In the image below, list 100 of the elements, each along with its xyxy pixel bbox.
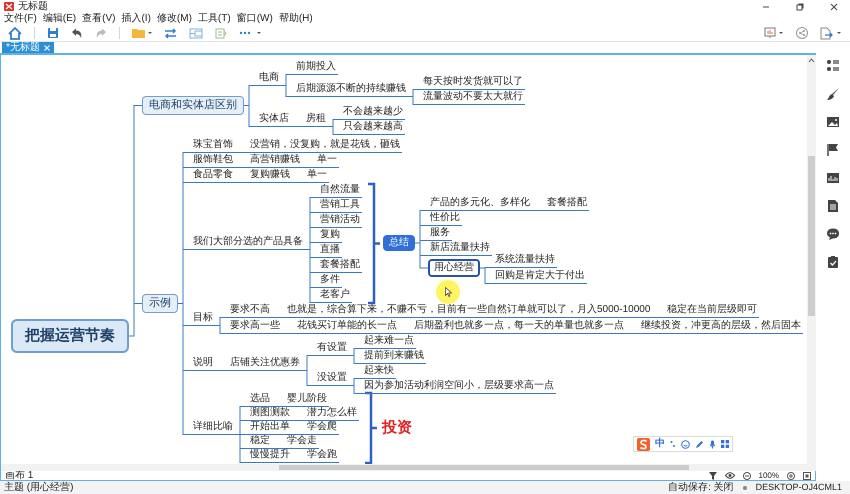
- subtopic[interactable]: 每天按时发货就可以了: [421, 76, 525, 90]
- subtopic[interactable]: 单一: [315, 154, 339, 168]
- menu-item[interactable]: 工具(T): [198, 14, 231, 24]
- zoom-in-icon[interactable]: [787, 472, 795, 480]
- subtopic[interactable]: 回购是肯定大于付出: [493, 270, 587, 284]
- subtopic[interactable]: 也就是，综合算下来，不赚不亏，目前有一些自然订单就可以了，月入5000-10000: [285, 304, 652, 318]
- subtopic[interactable]: 房租: [304, 113, 328, 127]
- zoom-out-icon[interactable]: [742, 472, 751, 480]
- subtopic[interactable]: 潜力怎么样: [305, 407, 359, 421]
- microphone-icon[interactable]: [709, 440, 716, 448]
- subtopic[interactable]: 继续投资，冲更高的层级，然后固本: [639, 320, 803, 334]
- subtopic[interactable]: 高营销赚钱: [248, 154, 302, 168]
- vertical-scrollbar[interactable]: [807, 55, 816, 464]
- subtopic[interactable]: 提前到来赚钱: [362, 350, 426, 364]
- subtopic[interactable]: 因为参加活动利润空间小，层级要求高一点: [362, 380, 556, 394]
- subtopic[interactable]: 实体店: [257, 113, 291, 127]
- main-topic[interactable]: 示例: [142, 294, 178, 313]
- menu-item[interactable]: 窗口(W): [236, 14, 273, 24]
- ime-toolbar[interactable]: 中: [633, 436, 733, 452]
- central-topic[interactable]: 把握运营节奏: [11, 319, 129, 353]
- subtopic[interactable]: 测图测款: [248, 407, 292, 421]
- subtopic[interactable]: 套餐搭配: [545, 197, 589, 211]
- subtopic[interactable]: 后期盈利也就多一点，每一天的单量也就多一点: [412, 320, 626, 334]
- eye-icon[interactable]: [724, 472, 735, 479]
- mindmap-canvas[interactable]: [0, 53, 816, 464]
- menu-item[interactable]: 帮助(H): [278, 14, 313, 24]
- subtopic[interactable]: 直播: [318, 244, 342, 258]
- pen-icon[interactable]: [695, 440, 704, 448]
- subtopic[interactable]: 学会跑: [305, 449, 339, 463]
- subtopic[interactable]: 产品的多元化、多样化: [428, 197, 532, 211]
- subtopic[interactable]: 详细比喻: [191, 421, 235, 435]
- outline-list-icon[interactable]: [826, 59, 840, 73]
- document-tab[interactable]: *无标题: [2, 42, 54, 53]
- subtopic[interactable]: 性价比: [428, 212, 462, 226]
- subtopic[interactable]: 系统流量扶持: [493, 254, 557, 268]
- subtopic[interactable]: 新店流量扶持: [428, 242, 492, 256]
- subtopic[interactable]: 开始出单: [248, 421, 292, 435]
- subtopic[interactable]: 要求高一些: [228, 320, 282, 334]
- close-icon[interactable]: [830, 2, 838, 10]
- subtopic[interactable]: 后期源源不断的持续赚钱: [294, 83, 408, 97]
- subtopic[interactable]: 有设置: [315, 342, 349, 356]
- subtopic[interactable]: 只会越来越高: [341, 121, 405, 135]
- subtopic[interactable]: 稳定: [248, 435, 272, 449]
- subtopic[interactable]: 流量波动不要太大就行: [421, 91, 525, 105]
- subtopic[interactable]: 学会走: [285, 435, 319, 449]
- home-icon[interactable]: [8, 26, 22, 40]
- summary-topic[interactable]: 总结: [383, 235, 415, 251]
- subtopic[interactable]: 珠宝首饰: [191, 139, 235, 153]
- ime-mode[interactable]: 中: [655, 439, 665, 449]
- subtopic[interactable]: 目标: [191, 312, 215, 326]
- image-icon[interactable]: [826, 115, 840, 129]
- menu-item[interactable]: 修改(M): [156, 14, 192, 24]
- subtopic[interactable]: 服务: [428, 227, 452, 241]
- menu-item[interactable]: 插入(I): [121, 14, 151, 24]
- scrollbar-thumb[interactable]: [808, 156, 815, 316]
- subtopic[interactable]: 老客户: [318, 289, 352, 303]
- subtopic[interactable]: 稳定在当前层级即可: [665, 304, 759, 318]
- subtopic[interactable]: 没营销，没复购，就是花钱，砸钱: [248, 139, 402, 153]
- clipboard-check-icon[interactable]: [826, 255, 840, 269]
- fit-icon[interactable]: [803, 472, 811, 480]
- subtopic[interactable]: 没设置: [315, 372, 349, 386]
- undo-icon[interactable]: [71, 28, 83, 38]
- brush-icon[interactable]: [826, 87, 840, 101]
- main-topic[interactable]: 电商和实体店区别: [142, 96, 244, 115]
- grid-icon[interactable]: [721, 440, 729, 448]
- subtopic[interactable]: 花钱买订单能的长一点: [295, 320, 399, 334]
- more-icon[interactable]: [239, 30, 261, 36]
- subtopic[interactable]: 多件: [318, 274, 342, 288]
- menu-item[interactable]: 编辑(E): [42, 14, 76, 24]
- horizontal-scrollbar[interactable]: [0, 464, 816, 471]
- emoji-icon[interactable]: [681, 440, 690, 448]
- comment-icon[interactable]: [826, 227, 840, 241]
- subtopic[interactable]: 套餐搭配: [318, 259, 362, 273]
- summary-topic[interactable]: 投资: [380, 419, 414, 437]
- subtopic[interactable]: 婴儿阶段: [285, 393, 329, 407]
- presentation-icon[interactable]: [764, 27, 784, 39]
- subtopic[interactable]: 慢慢提升: [248, 449, 292, 463]
- subtopic[interactable]: 食品零食: [191, 169, 235, 183]
- subtopic[interactable]: 选品: [248, 393, 272, 407]
- share-icon[interactable]: [796, 27, 808, 39]
- subtopic[interactable]: 营销活动: [318, 214, 362, 228]
- subtopic[interactable]: 说明: [191, 357, 215, 371]
- restore-icon[interactable]: [796, 2, 804, 10]
- subtopic[interactable]: 要求不高: [228, 304, 272, 318]
- menu-item[interactable]: 文件(F): [4, 14, 37, 24]
- subtopic[interactable]: 自然流量: [318, 184, 362, 198]
- subtopic[interactable]: 不会越来越少: [341, 106, 405, 120]
- subtopic[interactable]: 复购: [318, 229, 342, 243]
- subtopic[interactable]: 服饰鞋包: [191, 154, 235, 168]
- menu-item[interactable]: 查看(V): [82, 14, 116, 24]
- save-icon[interactable]: [47, 27, 59, 39]
- swap-arrows-icon[interactable]: [164, 28, 177, 38]
- subtopic[interactable]: 起来快: [362, 365, 396, 379]
- subtopic[interactable]: 前期投入: [294, 61, 338, 75]
- subtopic[interactable]: 用心经营: [428, 259, 480, 277]
- subtopic[interactable]: 我们大部分选的产品具备: [191, 236, 305, 250]
- subtopic[interactable]: 复购赚钱: [248, 169, 292, 183]
- subtopic[interactable]: 起来难一点: [362, 335, 416, 349]
- flag-icon[interactable]: [826, 143, 840, 157]
- chart-icon[interactable]: [826, 171, 840, 185]
